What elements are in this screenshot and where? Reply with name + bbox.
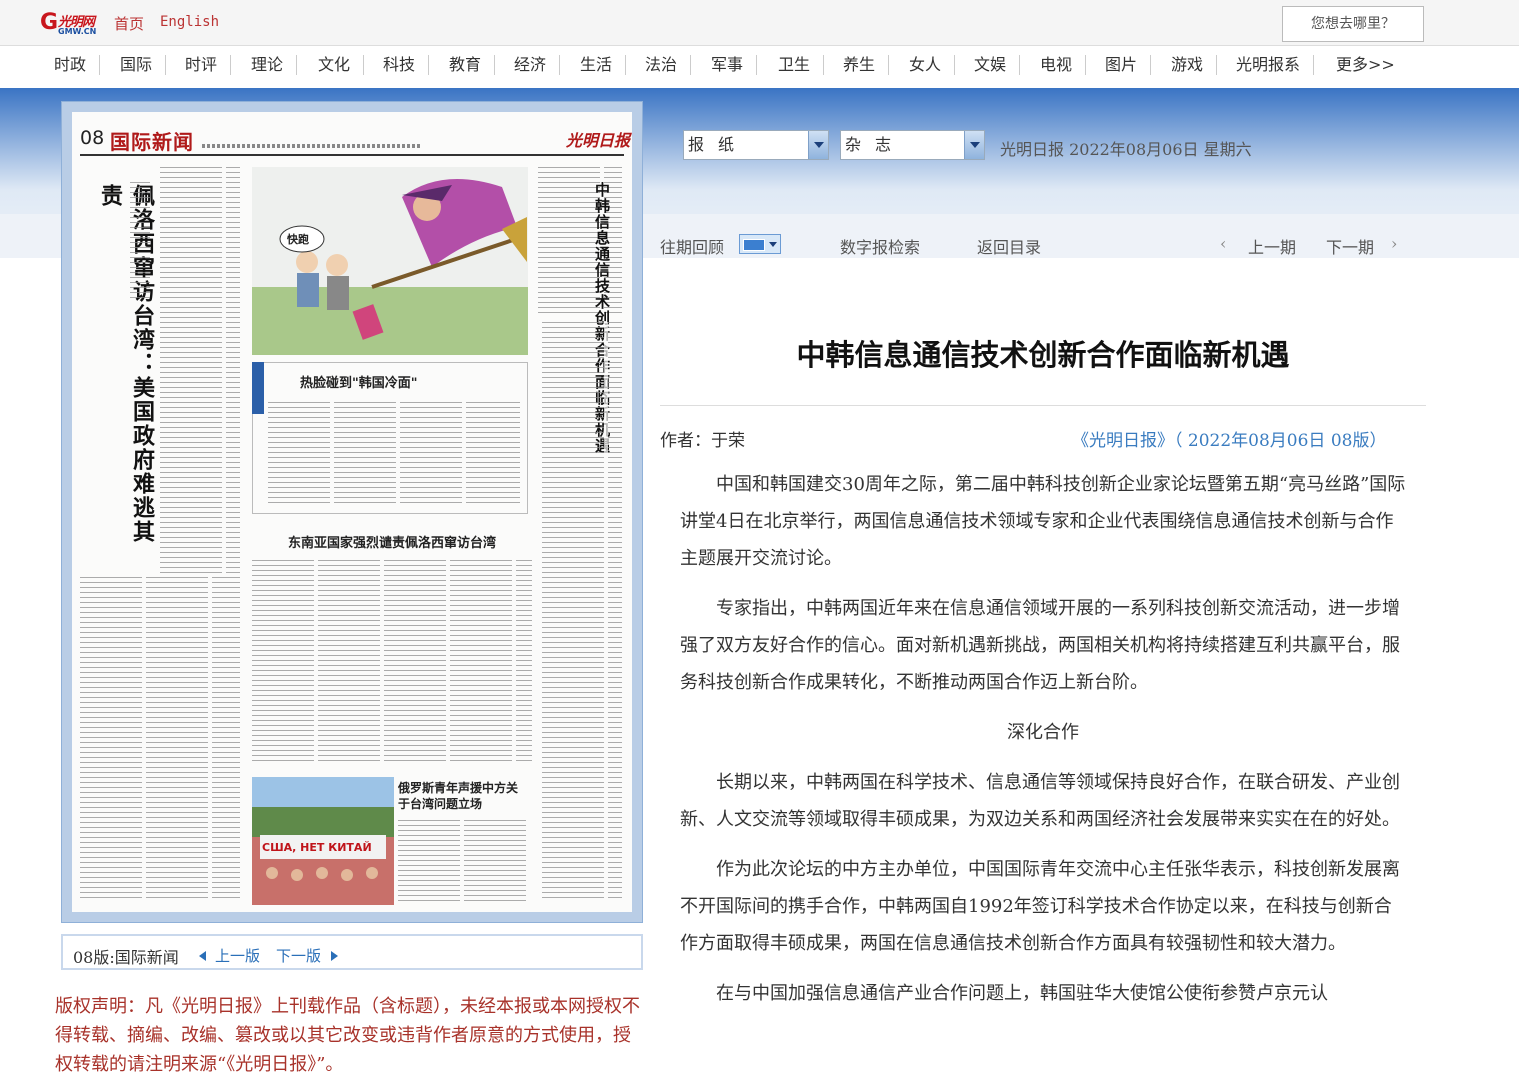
nav-item-17[interactable]: 游戏 [1158,55,1218,75]
newspaper-select[interactable]: 报纸 [683,130,829,160]
nav-item-7[interactable]: 经济 [501,55,561,75]
nav-item-8[interactable]: 生活 [567,55,627,75]
article-body: 中国和韩国建交30周年之际，第二届中韩科技创新企业家论坛暨第五期“亮马丝路”国际… [680,466,1406,1079]
logo-g-mark: G [40,10,59,35]
paper-page-title: 国际新闻 [110,130,194,154]
chevron-down-icon[interactable] [964,131,984,159]
cartoon-speech-bubble: 快跑 [287,233,309,246]
nav-item-18[interactable]: 光明报系 [1223,55,1315,75]
calendar-icon [743,239,765,251]
english-link[interactable]: English [160,14,219,30]
copyright-notice: 版权声明：凡《光明日报》上刊载作品（含标题），未经本报或本网授权不得转载、摘编、… [55,996,640,1075]
nav-item-15[interactable]: 电视 [1027,55,1087,75]
nav-item-14[interactable]: 文娱 [961,55,1021,75]
paper-page-number: 08 [80,127,105,149]
paper-subhead-1[interactable]: 热脸碰到"韩国冷面" [300,372,418,391]
magazine-select[interactable]: 杂志 [840,130,985,160]
article-paragraph: 专家指出，中韩两国近年来在信息通信领域开展的一系列科技创新交流活动，进一步增强了… [680,598,1400,693]
prev-issue-link[interactable]: 上一期 [1248,234,1296,258]
magazine-select-value: 杂志 [845,135,906,154]
chevron-down-icon[interactable] [808,131,828,159]
section-heading: 深化合作 [1007,722,1079,743]
nav-item-10[interactable]: 军事 [698,55,758,75]
nav-item-13[interactable]: 女人 [896,55,956,75]
digital-search-link[interactable]: 数字报检索 [840,234,920,258]
chevron-left-icon[interactable]: ‹ [1220,234,1226,253]
paper-meta-line [202,144,422,148]
page-nav-bar: 08版:国际新闻 上一版 下一版 [61,934,643,970]
nav-item-3[interactable]: 理论 [238,55,298,75]
calendar-picker-button[interactable] [739,234,781,254]
chevron-down-icon [769,242,777,247]
protest-photo[interactable]: США, НЕТ КИТАЙ [252,777,394,905]
paper-subhead-2[interactable]: 东南亚国家强烈谴责佩洛西窜访台湾 [288,532,496,551]
top-bar: G 光明网 GMW.CN 首页 English 您想去哪里？ [0,0,1519,46]
next-page-arrow-icon[interactable] [331,951,338,961]
main-nav: 时政 国际 时评 理论 文化 科技 教育 经济 生活 法治 军事 卫生 养生 女人 文娱 电视 图片 游戏 光明报系… [0,46,1519,88]
paper-rule [80,154,624,156]
article-text-block [252,560,532,765]
nav-item-1[interactable]: 国际 [107,55,167,75]
nav-item-5[interactable]: 科技 [370,55,430,75]
article-paragraph: 长期以来，中韩两国在科学技术、信息通信等领域保持良好合作，在联合研发、产业创新、… [680,772,1400,830]
search-input[interactable]: 您想去哪里？ [1282,6,1424,42]
article-author: 作者：于荣 [660,431,745,451]
nav-item-6[interactable]: 教育 [436,55,496,75]
nav-item-4[interactable]: 文化 [305,55,365,75]
next-issue-link[interactable]: 下一期 [1326,234,1374,258]
title-divider [660,405,1426,406]
article-paragraph: 中国和韩国建交30周年之际，第二届中韩科技创新企业家论坛暨第五期“亮马丝路”国际… [680,474,1406,569]
home-link[interactable]: 首页 [114,13,144,34]
issue-date-info: 光明日报 2022年08月06日 星期六 [1000,140,1252,159]
article-paragraph: 作为此次论坛的中方主办单位，中国国际青年交流中心主任张华表示，科技创新发展离不开… [680,859,1400,954]
nav-item-16[interactable]: 图片 [1092,55,1152,75]
page-nav-label: 08版:国际新闻 [73,948,179,967]
chevron-right-icon[interactable]: › [1391,234,1397,253]
prev-page-arrow-icon[interactable] [199,951,206,961]
editorial-cartoon[interactable]: 快跑 [252,167,528,355]
gmw-logo[interactable]: G 光明网 GMW.CN [40,10,104,36]
article-text-block [268,402,520,507]
article-text-block [80,577,240,902]
protest-sign-text: США, НЕТ КИТАЙ [262,841,372,854]
paper-subhead-3[interactable]: 俄罗斯青年声援中方关于台湾问题立场 [398,780,528,812]
back-to-toc-link[interactable]: 返回目录 [977,234,1041,258]
article-text-block [398,820,528,905]
byline-block [130,182,150,302]
prev-page-link[interactable]: 上一版 [215,945,260,966]
article-paragraph: 在与中国加强信息通信产业合作问题上，韩国驻华大使馆公使衔参赞卢京元认 [716,983,1328,1004]
nav-item-2[interactable]: 时评 [172,55,232,75]
nav-item-11[interactable]: 卫生 [765,55,825,75]
newspaper-select-value: 报纸 [688,135,749,154]
article-source-link[interactable]: 《光明日报》（ 2022年08月06日 08版） [1072,426,1386,451]
newspaper-page-frame: 08 国际新闻 光明日报 佩洛西窜访台湾：美国政府难逃其责 快跑 中韩信息通信技… [61,101,643,923]
logo-sub: GMW.CN [58,27,97,36]
paper-masthead: 光明日报 [566,131,631,150]
article-title: 中韩信息通信技术创新合作面临新机遇 [796,338,1290,372]
article-text-block [160,167,240,577]
cartoon-illustration [252,179,528,355]
next-page-link[interactable]: 下一版 [276,945,321,966]
nav-item-12[interactable]: 养生 [830,55,890,75]
nav-item-9[interactable]: 法治 [632,55,692,75]
newspaper-page-image[interactable]: 08 国际新闻 光明日报 佩洛西窜访台湾：美国政府难逃其责 快跑 中韩信息通信技… [72,112,632,912]
nav-item-19[interactable]: 更多>> [1323,55,1408,75]
nav-item-0[interactable]: 时政 [41,55,101,75]
past-issues-link[interactable]: 往期回顾 [660,234,724,258]
article-text-block [542,322,622,902]
sidebar-tag [252,362,264,414]
